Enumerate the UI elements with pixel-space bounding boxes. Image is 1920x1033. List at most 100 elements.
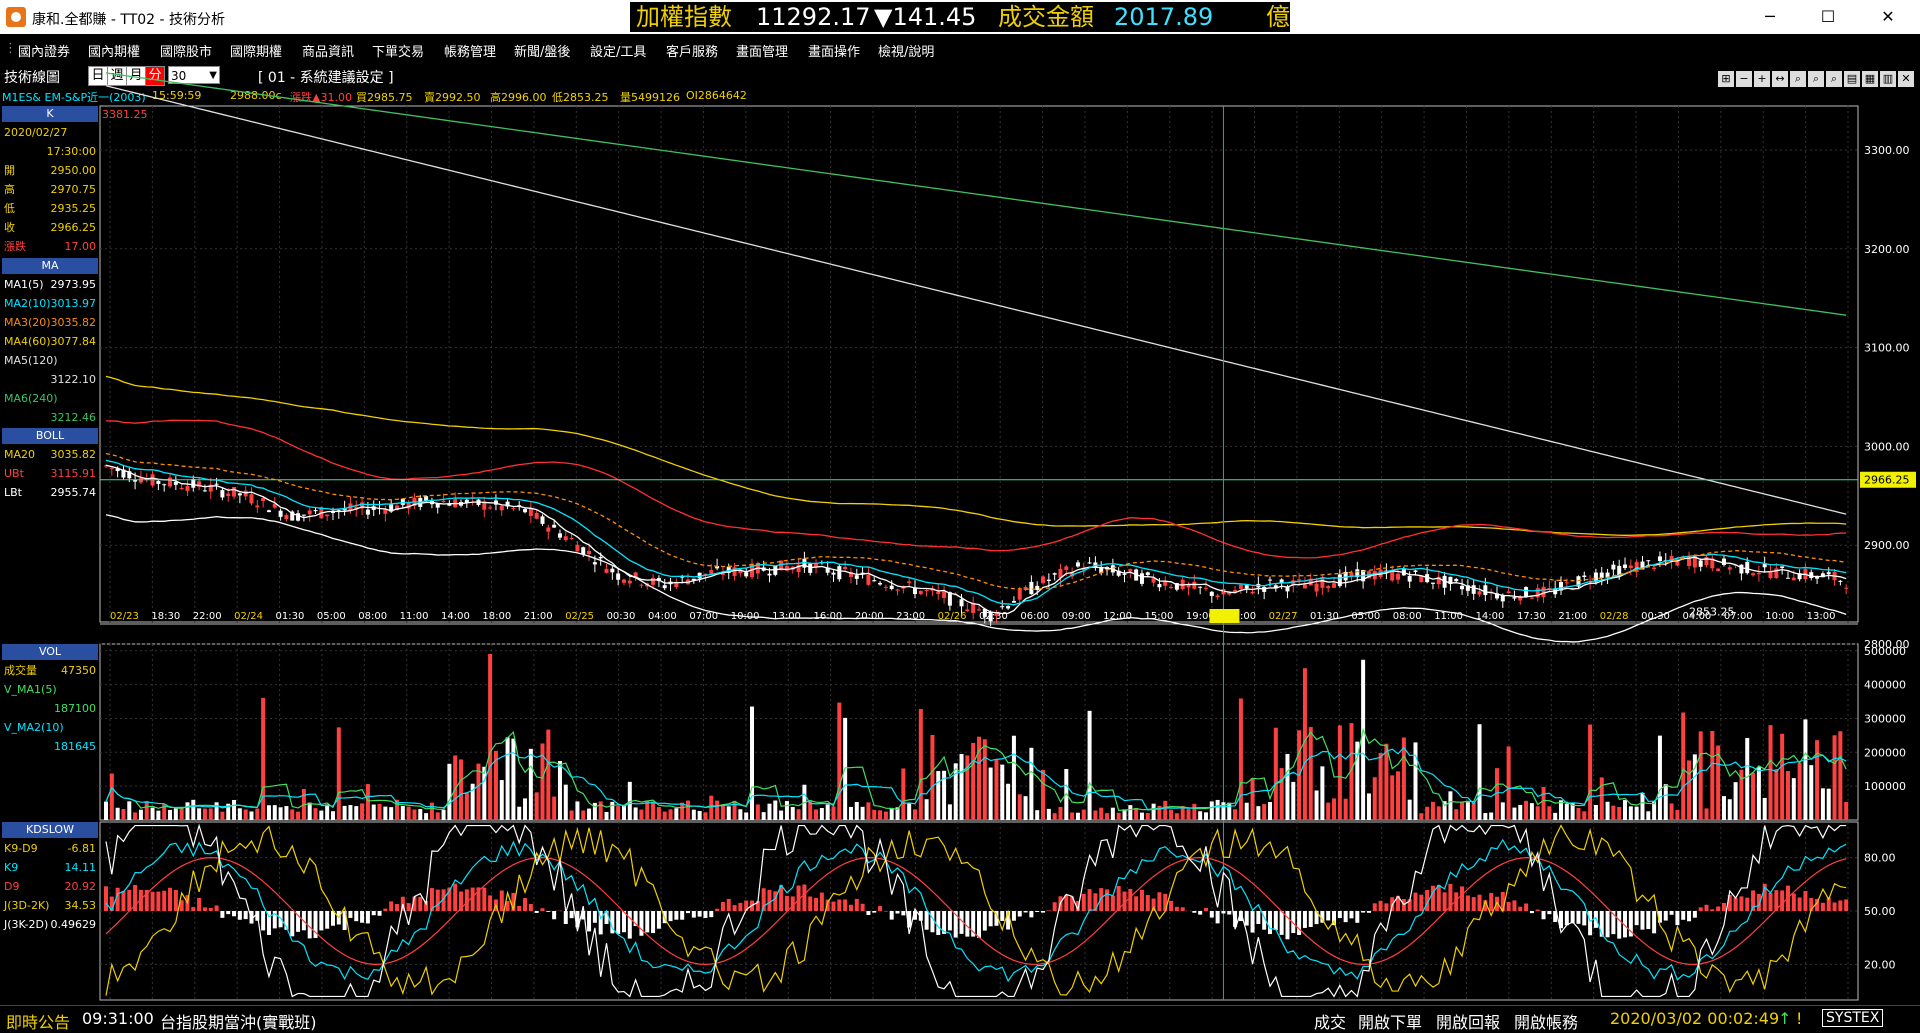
kd-histogram-bar (1280, 911, 1284, 935)
kd-histogram-bar (1029, 911, 1033, 917)
kd-histogram-bar (1024, 911, 1028, 912)
volume-bar (1414, 742, 1418, 820)
trades-button[interactable]: 成交 (1314, 1009, 1346, 1033)
time-axis-label: 16:00 (813, 611, 842, 622)
volume-bar (1611, 806, 1615, 820)
candle-body (1751, 573, 1755, 575)
volume-bar (744, 812, 748, 820)
volume-bar (314, 808, 318, 820)
volume-bar (1076, 813, 1080, 820)
kd-histogram-bar (878, 906, 882, 911)
time-axis-label: 10:00 (1765, 611, 1794, 622)
candle-body (837, 566, 841, 579)
chart-canvas[interactable]: 3300.003200.003100.003000.002900.002800.… (0, 0, 1920, 1030)
k-header: K (2, 106, 98, 122)
volume-bar (1123, 809, 1127, 820)
candle-body (622, 580, 626, 583)
time-axis-label: 08:00 (1393, 611, 1422, 622)
kd-histogram-bar (1530, 911, 1534, 913)
volume-bar (610, 802, 614, 820)
volume-bar (523, 798, 527, 820)
kd-histogram-bar (191, 907, 195, 911)
candle-body (156, 481, 160, 484)
open-account-button[interactable]: 開啟帳務 (1514, 1009, 1578, 1033)
volume-bar (203, 809, 207, 820)
volume-bar (1379, 753, 1383, 820)
kd-histogram-bar (936, 911, 940, 935)
open-report-button[interactable]: 開啟回報 (1436, 1009, 1500, 1033)
kd-histogram-bar (1210, 911, 1214, 918)
volume-bar (1216, 800, 1220, 820)
volume-bar (738, 809, 742, 820)
boll-ma-value: 3035.82 (51, 445, 97, 464)
volume-bar (1617, 807, 1621, 820)
kd-histogram-bar (1227, 911, 1231, 915)
time-axis-label: 13:00 (772, 611, 801, 622)
time-axis-label: 01:30 (1310, 611, 1339, 622)
candle-body (1239, 585, 1243, 589)
kd-histogram-bar (680, 911, 684, 920)
candle-body (1227, 593, 1231, 595)
volume-bar (1536, 806, 1540, 820)
candle-body (244, 491, 248, 497)
kd-tick-label: 20.00 (1864, 958, 1896, 971)
kd-histogram-bar (1681, 911, 1685, 920)
volume-bar (1367, 793, 1371, 820)
volume-bar (1687, 760, 1691, 820)
kd-histogram-bar (1082, 894, 1086, 911)
kd-histogram-bar (1646, 911, 1650, 929)
kd-histogram-bar (843, 899, 847, 911)
volume-bar (1280, 768, 1284, 820)
volume-bar (907, 803, 911, 820)
candle-body (1419, 576, 1423, 582)
vma2-label: V_MA2(10) (4, 718, 64, 737)
kd-histogram-bar (1536, 910, 1540, 911)
announce-label[interactable]: 即時公告 (6, 1009, 70, 1033)
volume-bar (1361, 660, 1365, 820)
candle-body (1786, 578, 1790, 579)
vol-tick-label: 400000 (1864, 679, 1906, 692)
candle-body (325, 515, 329, 517)
candle-body (215, 484, 219, 485)
candle-body (1146, 572, 1150, 575)
kd-histogram-bar (808, 896, 812, 911)
volume-bar (1408, 800, 1412, 820)
candle-body (401, 499, 405, 505)
ma-header: MA (2, 258, 98, 274)
announce-text[interactable]: 台指股期當沖(實戰班) (160, 1009, 317, 1033)
kd-histogram-bar (1303, 911, 1307, 928)
ma3-label: MA3(20) (4, 313, 51, 332)
kd-histogram-bar (1088, 889, 1092, 911)
ma2-line (106, 460, 1846, 604)
volume-bar (436, 812, 440, 820)
volume-bar (1210, 801, 1214, 820)
volume-bar (506, 737, 510, 820)
vol-tick-label: 200000 (1864, 746, 1906, 759)
candle-body (767, 574, 771, 576)
boll-ma-label: MA20 (4, 445, 35, 464)
volume-bar (1058, 807, 1062, 820)
kd-histogram-bar (1542, 911, 1546, 919)
time-axis-label: 00:30 (607, 611, 636, 622)
j1-value: 34.53 (65, 896, 97, 915)
kd-histogram-bar (1524, 904, 1528, 911)
candle-body (1652, 568, 1656, 569)
kd-histogram-bar (168, 888, 172, 911)
volume-bar (343, 806, 347, 820)
volume-bar (1827, 789, 1831, 820)
candle-body (1478, 591, 1482, 594)
kd-histogram-bar (1012, 911, 1016, 921)
kd-histogram-bar (1361, 911, 1365, 913)
volume-bar (238, 808, 242, 820)
volume-bar (273, 805, 277, 820)
price-tick-label: 3300.00 (1864, 144, 1910, 157)
kd-histogram-bar (977, 911, 981, 938)
kd-histogram-bar (1518, 907, 1522, 911)
open-order-button[interactable]: 開啟下單 (1358, 1009, 1422, 1033)
kd-histogram-bar (535, 911, 539, 913)
kd-histogram-bar (209, 908, 213, 911)
kd-histogram-bar (721, 902, 725, 911)
candle-body (226, 494, 230, 496)
volume-bar (936, 771, 940, 820)
kd-histogram-bar (1018, 911, 1022, 917)
